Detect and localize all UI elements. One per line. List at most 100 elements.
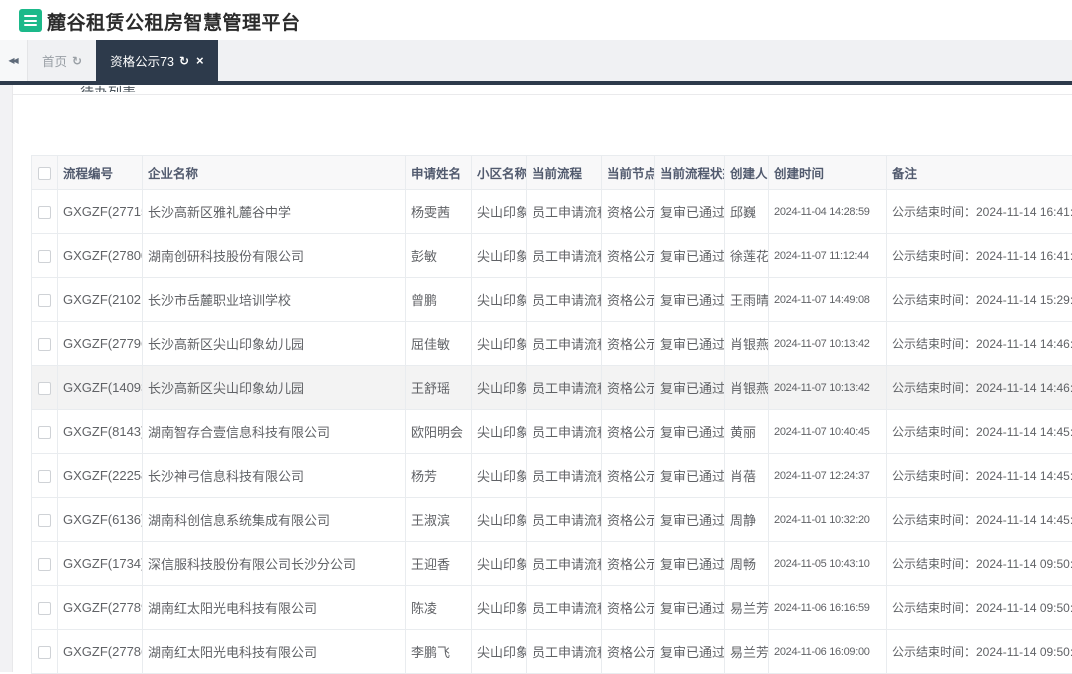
flow-status: 复审已通过 [655,630,725,674]
flow-status: 复审已通过 [655,234,725,278]
row-checkbox[interactable] [38,646,51,659]
tab-bar: ◀◀ 首页 ↻ 资格公示73 ↻ × [0,40,1072,81]
current-flow: 员工申请流程 [527,322,602,366]
remark: 公示结束时间：2024-11-14 14:45:52 [887,410,1072,454]
tab-qualification-publicity[interactable]: 资格公示73 ↻ × [96,40,218,81]
company-name: 湖南红太阳光电科技有限公司 [143,630,406,674]
col-current-node: 当前节点 [602,156,655,190]
tab-home[interactable]: 首页 ↻ [28,40,96,81]
company-name: 湖南科创信息系统集成有限公司 [143,498,406,542]
row-checkbox[interactable] [38,250,51,263]
current-node: 资格公示 [602,410,655,454]
community-name: 尖山印象 [472,190,527,234]
creator: 徐莲花 [725,234,769,278]
refresh-icon[interactable]: ↻ [179,54,189,68]
row-checkbox[interactable] [38,206,51,219]
row-select-cell [32,410,58,454]
community-name: 尖山印象 [472,454,527,498]
close-icon[interactable]: × [196,53,204,68]
row-checkbox[interactable] [38,382,51,395]
company-name: 长沙高新区雅礼麓谷中学 [143,190,406,234]
creator: 王雨晴 [725,278,769,322]
row-checkbox[interactable] [38,338,51,351]
company-name: 长沙市岳麓职业培训学校 [143,278,406,322]
current-node: 资格公示 [602,454,655,498]
current-flow: 员工申请流程 [527,454,602,498]
create-time: 2024-11-05 10:43:10 [769,542,887,586]
current-flow: 员工申请流程 [527,630,602,674]
row-checkbox[interactable] [38,558,51,571]
row-checkbox[interactable] [38,470,51,483]
remark: 公示结束时间：2024-11-14 09:50:31 [887,542,1072,586]
applicant-name: 王舒瑶 [406,366,472,410]
remark: 公示结束时间：2024-11-14 14:46:08 [887,322,1072,366]
row-select-cell [32,322,58,366]
menu-icon[interactable] [19,9,42,32]
creator: 周静 [725,498,769,542]
select-all-checkbox[interactable] [38,167,51,180]
col-flow-status: 当前流程状态 [655,156,725,190]
applicant-name: 屈佳敏 [406,322,472,366]
creator: 邱巍 [725,190,769,234]
row-checkbox[interactable] [38,602,51,615]
applicant-name: 王迎香 [406,542,472,586]
company-name: 长沙神弓信息科技有限公司 [143,454,406,498]
select-all-cell [32,156,58,190]
applicant-name: 李鹏飞 [406,630,472,674]
col-create-time: 创建时间 [769,156,887,190]
flow-status: 复审已通过 [655,454,725,498]
refresh-icon[interactable]: ↻ [72,54,82,68]
table-row: GXGZF(21021)长沙市岳麓职业培训学校曾鹏尖山印象员工申请流程资格公示复… [32,278,1072,322]
process-id: GXGZF(27715) [58,190,143,234]
row-select-cell [32,454,58,498]
current-node: 资格公示 [602,498,655,542]
applicant-name: 杨芳 [406,454,472,498]
current-flow: 员工申请流程 [527,278,602,322]
row-select-cell [32,366,58,410]
row-checkbox[interactable] [38,426,51,439]
remark: 公示结束时间：2024-11-14 09:50:18 [887,630,1072,674]
table-row: GXGZF(27715)长沙高新区雅礼麓谷中学杨雯茜尖山印象员工申请流程资格公示… [32,190,1072,234]
remark: 公示结束时间：2024-11-14 14:45:34 [887,498,1072,542]
process-id: GXGZF(27800) [58,234,143,278]
flow-status: 复审已通过 [655,322,725,366]
table-row: GXGZF(6136)湖南科创信息系统集成有限公司王淑滨尖山印象员工申请流程资格… [32,498,1072,542]
current-node: 资格公示 [602,234,655,278]
app-header: 麓谷租赁公租房智慧管理平台 [0,0,1072,40]
current-node: 资格公示 [602,586,655,630]
creator: 肖蓓 [725,454,769,498]
process-id: GXGZF(27796) [58,322,143,366]
flow-status: 复审已通过 [655,498,725,542]
table-row: GXGZF(8143)湖南智存合壹信息科技有限公司欧阳明会尖山印象员工申请流程资… [32,410,1072,454]
col-process-id: 流程编号 [58,156,143,190]
process-id: GXGZF(27786) [58,630,143,674]
creator: 肖银燕 [725,366,769,410]
community-name: 尖山印象 [472,586,527,630]
community-name: 尖山印象 [472,498,527,542]
tab-active-label: 资格公示73 [110,51,174,70]
clipped-label: 待办列表 [80,85,300,92]
row-checkbox[interactable] [38,294,51,307]
applicant-name: 曾鹏 [406,278,472,322]
creator: 易兰芳 [725,630,769,674]
remark: 公示结束时间：2024-11-14 14:45:44 [887,454,1072,498]
current-flow: 员工申请流程 [527,234,602,278]
col-community-name: 小区名称 [472,156,527,190]
col-applicant-name: 申请姓名 [406,156,472,190]
applicant-name: 杨雯茜 [406,190,472,234]
current-node: 资格公示 [602,322,655,366]
process-id: GXGZF(1734) [58,542,143,586]
current-flow: 员工申请流程 [527,498,602,542]
applicant-name: 欧阳明会 [406,410,472,454]
create-time: 2024-11-06 16:16:59 [769,586,887,630]
current-flow: 员工申请流程 [527,410,602,454]
collapse-sidebar-icon[interactable]: ◀◀ [0,40,28,81]
workspace: 待办列表 流程编号 企业名称 申请姓名 小区名称 当前流程 当前节 [0,85,1072,672]
create-time: 2024-11-07 14:49:08 [769,278,887,322]
remark: 公示结束时间：2024-11-14 15:29:01 [887,278,1072,322]
current-node: 资格公示 [602,630,655,674]
col-current-flow: 当前流程 [527,156,602,190]
row-checkbox[interactable] [38,514,51,527]
current-node: 资格公示 [602,366,655,410]
process-id: GXGZF(6136) [58,498,143,542]
